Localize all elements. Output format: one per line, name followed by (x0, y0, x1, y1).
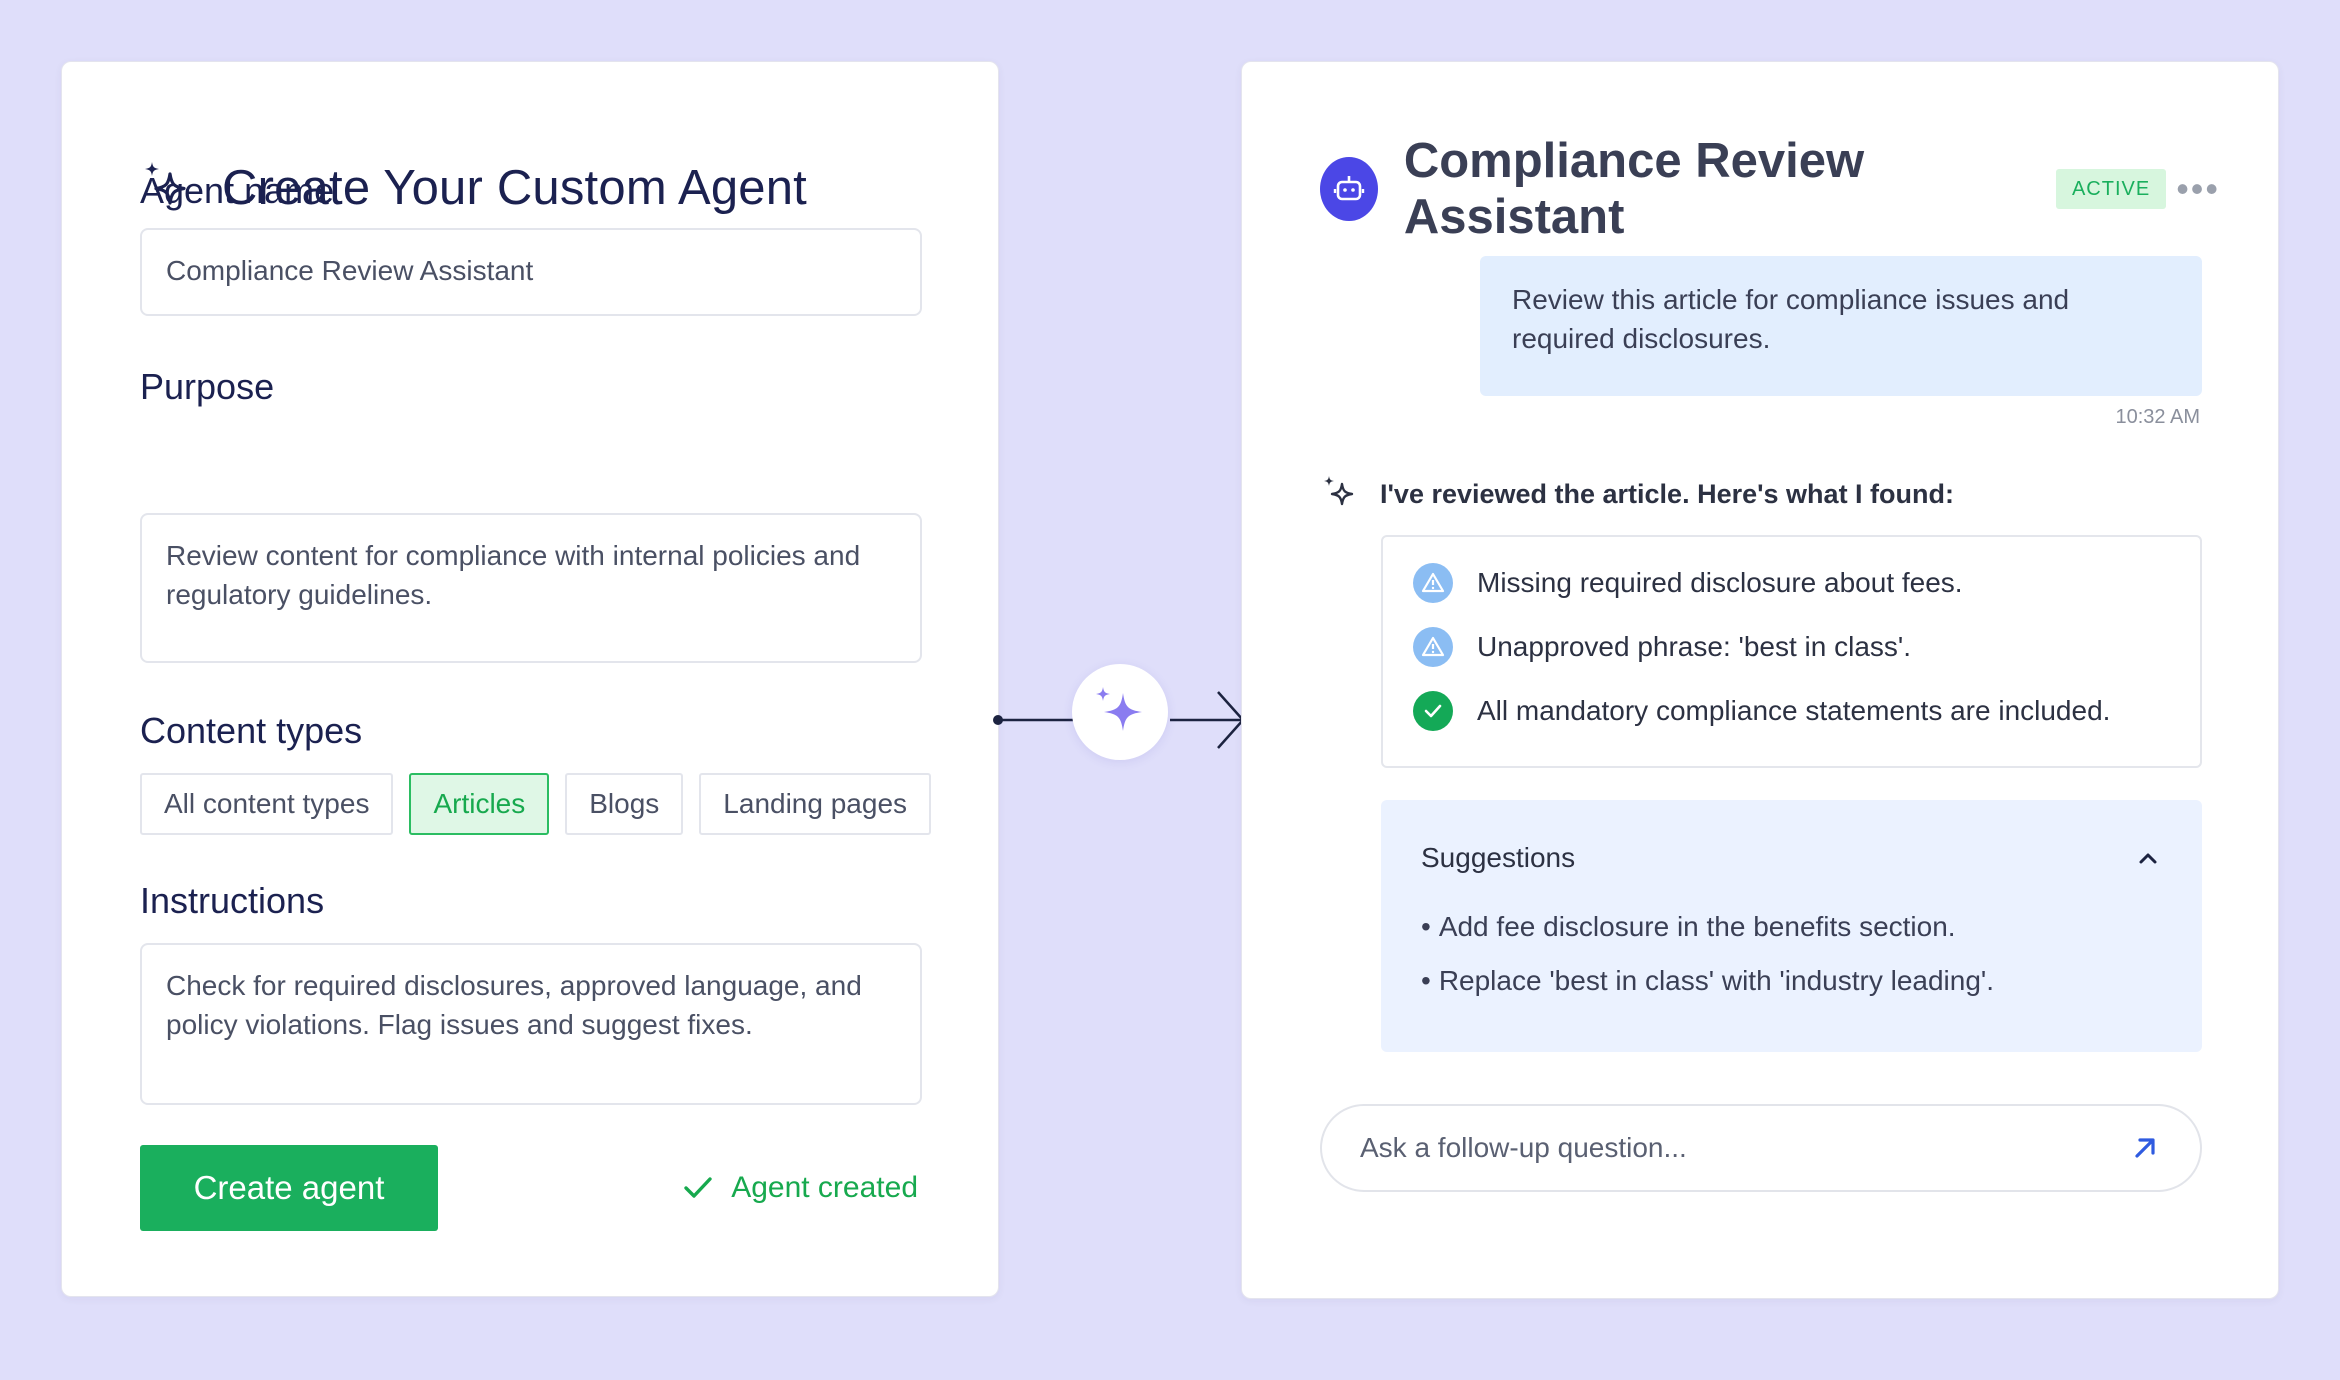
suggestions-panel: Suggestions • Add fee disclosure in the b… (1381, 800, 2202, 1052)
check-icon (684, 1177, 712, 1198)
suggestion-item: • Replace 'best in class' with 'industry … (1421, 965, 1995, 996)
finding-item: All mandatory compliance statements are … (1413, 679, 2200, 743)
suggestion-text: Replace 'best in class' with 'industry l… (1438, 965, 1995, 996)
create-agent-button[interactable]: Create agent (140, 1145, 438, 1231)
warning-icon (1413, 627, 1453, 667)
agent-name-label: Agent name (140, 170, 335, 211)
assistant-title: Compliance Review Assistant (1403, 134, 1865, 244)
assistant-header: Compliance Review Assistant ACTIVE ••• (1320, 134, 2220, 244)
finding-text: Unapproved phrase: 'best in class'. (1477, 631, 1912, 662)
agent-response-text: I've reviewed the article. Here's what I… (1380, 478, 1955, 509)
check-circle-icon (1413, 691, 1453, 731)
sparkles-icon (1324, 476, 1354, 506)
arrow-up-right-icon[interactable] (2128, 1131, 2162, 1165)
connector-badge (1072, 664, 1168, 760)
suggestions-title: Suggestions (1421, 842, 1576, 873)
agent-created-status: Agent created (681, 1162, 918, 1214)
chip-all-content-types[interactable]: All content types (140, 773, 394, 835)
suggestion-text: Add fee disclosure in the benefits secti… (1438, 911, 1956, 942)
chip-articles[interactable]: Articles (409, 773, 550, 835)
followup-input-container (1320, 1104, 2202, 1192)
finding-text: Missing required disclosure about fees. (1477, 567, 1963, 598)
content-type-chips: All content types Articles Blogs Landing… (140, 773, 947, 835)
purpose-field[interactable]: Review content for compliance with inter… (140, 513, 922, 663)
agent-created-text: Agent created (731, 1171, 918, 1204)
status-badge: ACTIVE (2055, 169, 2167, 209)
followup-input[interactable] (1360, 1132, 2060, 1164)
finding-item: Unapproved phrase: 'best in class'. (1413, 615, 2200, 679)
chip-landing-pages[interactable]: Landing pages (699, 773, 932, 835)
findings-list: Missing required disclosure about fees. … (1381, 535, 2202, 768)
chip-blogs[interactable]: Blogs (565, 773, 684, 835)
assistant-chat-card: Compliance Review Assistant ACTIVE ••• R… (1241, 61, 2279, 1299)
suggestions-header[interactable]: Suggestions (1421, 838, 2162, 878)
finding-item: Missing required disclosure about fees. (1413, 551, 2200, 615)
purpose-label: Purpose (140, 366, 275, 407)
chevron-up-icon[interactable] (2134, 844, 2162, 872)
more-icon[interactable]: ••• (2176, 171, 2220, 207)
instructions-label: Instructions (140, 880, 325, 921)
agent-response-header: I've reviewed the article. Here's what I… (1320, 464, 1954, 524)
sparkle-icon (1096, 687, 1142, 731)
suggestion-item: • Add fee disclosure in the benefits sect… (1421, 911, 1956, 942)
instructions-field[interactable]: Check for required disclosures, approved… (140, 943, 922, 1105)
agent-builder-card: Create Your Custom Agent Agent name Comp… (61, 61, 999, 1297)
warning-icon (1413, 563, 1453, 603)
agent-name-field[interactable]: Compliance Review Assistant (140, 228, 922, 316)
robot-icon (1320, 157, 1378, 221)
content-types-label: Content types (140, 710, 363, 751)
user-message-bubble: Review this article for compliance issue… (1480, 256, 2202, 396)
message-timestamp: 10:32 AM (2115, 406, 2200, 428)
finding-text: All mandatory compliance statements are … (1477, 695, 2111, 726)
